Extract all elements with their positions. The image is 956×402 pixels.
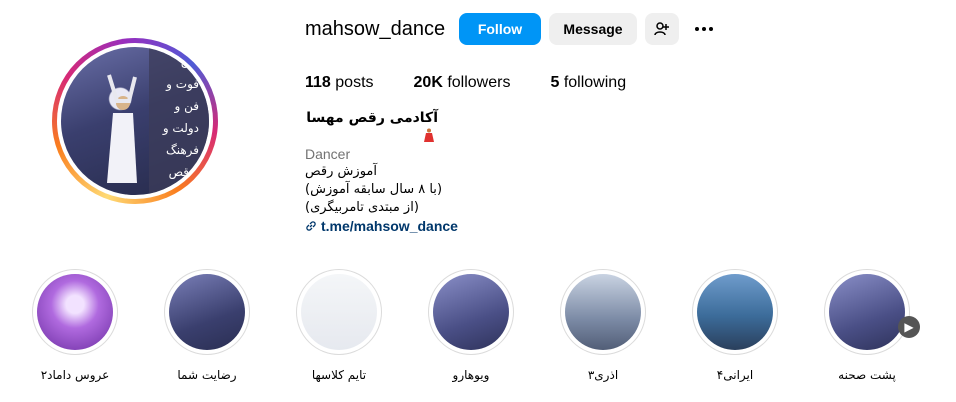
bio-line: (از مبتدی تامربیگری) xyxy=(305,200,419,215)
profile-avatar[interactable]: فان فوت و فن و دولت و فرهنگ برقص xyxy=(52,38,218,204)
bio-line: (با ۸ سال سابقه آموزش) xyxy=(305,182,443,197)
highlight-cover xyxy=(697,274,773,350)
avatar-image: فان فوت و فن و دولت و فرهنگ برقص xyxy=(61,47,209,195)
message-button[interactable]: Message xyxy=(549,13,637,45)
posts-stat[interactable]: 118 posts xyxy=(305,74,374,92)
highlight-item[interactable]: عروس داماد۲ xyxy=(30,269,120,382)
profile-bio: آکادمی رقص مهسا Dancer آموزش رقص (با ۸ س… xyxy=(305,109,505,235)
highlight-item[interactable]: ویوهارو xyxy=(426,269,516,382)
chevron-right-icon[interactable]: ▶ xyxy=(898,316,920,338)
highlight-label: پشت صحنه xyxy=(838,368,896,382)
highlight-item[interactable]: رضایت شما xyxy=(162,269,252,382)
dancer-figure xyxy=(107,74,137,183)
highlight-cover xyxy=(301,274,377,350)
bio-display-name: آکادمی رقص مهسا xyxy=(305,109,438,145)
profile-stats: 118 posts 20K followers 5 following xyxy=(305,74,666,92)
profile-username: mahsow_dance xyxy=(305,18,446,40)
highlight-cover xyxy=(169,274,245,350)
highlight-label: تایم کلاسها xyxy=(311,368,367,382)
followers-stat[interactable]: 20K followers xyxy=(414,74,511,92)
highlight-label: ایرانی۴ xyxy=(716,368,754,382)
highlight-label: رضایت شما xyxy=(177,368,237,382)
avatar-caption: فان فوت و فن و دولت و فرهنگ برقص xyxy=(149,47,209,195)
dancer-emoji-icon xyxy=(424,128,434,142)
more-options-icon[interactable] xyxy=(692,17,716,41)
highlight-label: ویوهارو xyxy=(452,368,490,382)
highlight-label: عروس داماد۲ xyxy=(40,368,110,382)
highlight-item[interactable]: اذری۳ xyxy=(558,269,648,382)
highlight-cover xyxy=(565,274,641,350)
highlight-item[interactable]: ایرانی۴ xyxy=(690,269,780,382)
follow-button[interactable]: Follow xyxy=(459,13,541,45)
highlight-cover xyxy=(37,274,113,350)
following-stat[interactable]: 5 following xyxy=(550,74,626,92)
person-add-icon xyxy=(654,22,669,36)
highlight-cover xyxy=(433,274,509,350)
highlight-label: اذری۳ xyxy=(587,368,619,382)
bio-line: آموزش رقص xyxy=(305,164,377,179)
highlight-item[interactable]: تایم کلاسها xyxy=(294,269,384,382)
link-icon xyxy=(306,221,316,231)
highlight-cover xyxy=(829,274,905,350)
bio-link[interactable]: t.me/mahsow_dance xyxy=(305,217,505,235)
bio-category: Dancer xyxy=(305,146,351,162)
suggest-users-button[interactable] xyxy=(645,13,679,45)
